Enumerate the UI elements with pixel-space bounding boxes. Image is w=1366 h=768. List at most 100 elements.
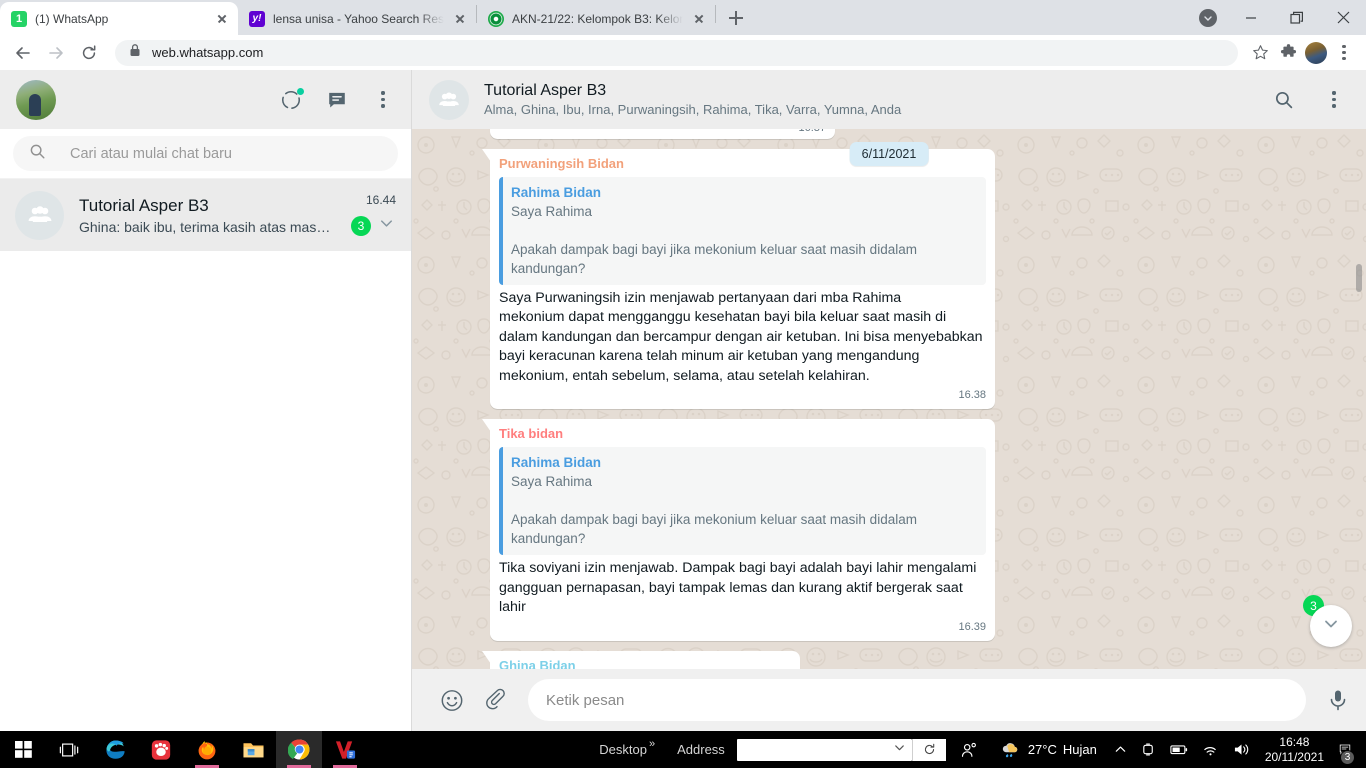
- file-explorer-icon[interactable]: [230, 731, 276, 768]
- refresh-icon[interactable]: [911, 738, 946, 761]
- maximize-icon[interactable]: [1274, 0, 1320, 35]
- message-sender: Tika bidan: [499, 426, 564, 441]
- gom-player-icon[interactable]: [138, 731, 184, 768]
- minimize-icon[interactable]: [1228, 0, 1274, 35]
- group-avatar-icon[interactable]: [429, 79, 469, 120]
- status-ring-icon[interactable]: [279, 87, 304, 112]
- sidebar: Cari atau mulai chat baru Tutorial Asper…: [0, 70, 412, 731]
- message-text: 2 pertanyaan lagi nggih yg belum terjawa…: [499, 129, 826, 133]
- chat-panel: Tutorial Asper B3 Alma, Ghina, Ibu, Irna…: [412, 70, 1366, 731]
- search-input[interactable]: Cari atau mulai chat baru: [13, 136, 398, 171]
- browser-toolbar: web.whatsapp.com: [0, 35, 1366, 70]
- windows-start-icon[interactable]: [0, 731, 46, 768]
- task-view-icon[interactable]: [46, 731, 92, 768]
- emoji-smiley-icon[interactable]: [440, 688, 464, 712]
- scroll-to-bottom-button[interactable]: [1310, 605, 1352, 647]
- star-icon[interactable]: [1246, 39, 1274, 67]
- quoted-text-line1: Saya Rahima: [511, 474, 593, 489]
- puzzle-icon[interactable]: [1274, 39, 1302, 67]
- message-composer: Ketik pesan: [412, 669, 1366, 731]
- microphone-icon[interactable]: [1326, 688, 1350, 712]
- reload-icon[interactable]: [74, 38, 104, 68]
- quoted-text-line2: Apakah dampak bagi bayi jika mekonium ke…: [511, 512, 917, 546]
- yahoo-icon: y!: [249, 10, 265, 27]
- battery-icon[interactable]: [1163, 731, 1195, 768]
- window-controls: [1188, 0, 1366, 35]
- browser-tab-title: (1) WhatsApp: [35, 11, 109, 26]
- message-text: Tika soviyani izin menjawab. Dampak bagi…: [499, 560, 977, 615]
- browser-tab-title: AKN-21/22: Kelompok B3: Kelom: [512, 11, 683, 26]
- group-avatar-icon: [15, 190, 64, 240]
- vegas-pro-icon[interactable]: [322, 731, 368, 768]
- chevron-down-icon[interactable]: [377, 214, 396, 238]
- message-bubble[interactable]: Ghina Bidan pertanyaan mba irna belum te…: [482, 650, 800, 670]
- date-pill: 6/11/2021: [849, 142, 929, 166]
- quoted-message[interactable]: Rahima Bidan Saya Rahima Apakah dampak b…: [499, 176, 986, 285]
- edge-icon[interactable]: [92, 731, 138, 768]
- weather-condition: Hujan: [1062, 742, 1097, 757]
- chevron-up-icon[interactable]: [1107, 731, 1134, 768]
- message-input[interactable]: Ketik pesan: [528, 679, 1306, 721]
- quoted-spacer: [511, 491, 976, 510]
- people-icon[interactable]: [946, 741, 992, 759]
- message-bubble[interactable]: Purwaningsih Bidan Rahima Bidan Saya Rah…: [482, 148, 995, 409]
- chevron-down-circle-icon[interactable]: [1188, 0, 1228, 35]
- quoted-text-line2: Apakah dampak bagi bayi jika mekonium ke…: [511, 241, 917, 276]
- profile-avatar-icon[interactable]: [1302, 39, 1330, 67]
- chat-list-item-tutorial-asper-b3[interactable]: Tutorial Asper B3 Ghina: baik ibu, terim…: [0, 179, 411, 251]
- close-icon[interactable]: [691, 11, 707, 27]
- chevron-down-icon[interactable]: [893, 741, 906, 759]
- quoted-sender: Rahima Bidan: [511, 184, 602, 200]
- weather-temperature: 27°C: [1027, 742, 1057, 757]
- browser-tab-whatsapp[interactable]: 1 (1) WhatsApp: [0, 2, 238, 35]
- close-icon[interactable]: [214, 11, 230, 27]
- clock-date: 20/11/2021: [1264, 749, 1324, 764]
- message-bubble[interactable]: Tika bidan Rahima Bidan Saya Rahima Apak…: [482, 419, 995, 641]
- search-placeholder: Cari atau mulai chat baru: [70, 145, 232, 162]
- overflow-chevrons[interactable]: »: [649, 738, 655, 750]
- volume-icon[interactable]: [1226, 731, 1257, 768]
- wifi-icon[interactable]: [1195, 731, 1226, 768]
- search-icon[interactable]: [1272, 88, 1296, 112]
- taskbar-clock[interactable]: 16:48 20/11/2021: [1257, 735, 1332, 765]
- message-bubble-partial[interactable]: 2 pertanyaan lagi nggih yg belum terjawa…: [490, 129, 835, 139]
- close-icon[interactable]: [452, 11, 468, 27]
- messages-area[interactable]: 6/11/2021 2 pertanyaan lagi nggih yg bel…: [412, 129, 1366, 669]
- browser-tab-akn[interactable]: AKN-21/22: Kelompok B3: Kelom: [477, 2, 715, 35]
- firefox-icon[interactable]: [184, 731, 230, 768]
- notification-icon[interactable]: 3: [1332, 731, 1358, 768]
- chat-list: Tutorial Asper B3 Ghina: baik ibu, terim…: [0, 179, 411, 731]
- browser-tab-title: lensa unisa - Yahoo Search Result: [273, 11, 444, 26]
- kebab-menu-icon[interactable]: [1322, 88, 1346, 112]
- close-icon[interactable]: [1320, 0, 1366, 35]
- quoted-message[interactable]: Rahima Bidan Saya Rahima Apakah dampak b…: [499, 447, 986, 555]
- user-avatar[interactable]: [16, 79, 56, 120]
- message-list: 2 pertanyaan lagi nggih yg belum terjawa…: [412, 129, 1366, 669]
- akn-icon: [488, 10, 504, 27]
- quoted-sender: Rahima Bidan: [511, 455, 602, 470]
- paperclip-icon[interactable]: [484, 688, 508, 712]
- message-time: 16.39: [958, 620, 986, 633]
- address-input[interactable]: [736, 738, 912, 761]
- camera-icon[interactable]: [1134, 731, 1163, 768]
- kebab-menu-icon[interactable]: [1330, 39, 1358, 67]
- messages-scrollbar[interactable]: [1356, 264, 1362, 292]
- message-input-placeholder: Ketik pesan: [546, 691, 625, 709]
- tab-separator: [715, 5, 716, 23]
- browser-tab-bar: 1 (1) WhatsApp y! lensa unisa - Yahoo Se…: [0, 0, 1366, 35]
- chat-item-name: Tutorial Asper B3: [79, 195, 209, 215]
- browser-tab-yahoo[interactable]: y! lensa unisa - Yahoo Search Result: [238, 2, 476, 35]
- sidebar-search-bar: Cari atau mulai chat baru: [0, 129, 411, 179]
- back-arrow-icon[interactable]: [8, 38, 38, 68]
- chrome-icon[interactable]: [276, 731, 322, 768]
- kebab-menu-icon[interactable]: [371, 88, 395, 112]
- rain-cloud-icon[interactable]: [992, 731, 1028, 768]
- forward-arrow-icon[interactable]: [41, 38, 71, 68]
- new-tab-button[interactable]: [722, 4, 750, 32]
- whatsapp-app: Cari atau mulai chat baru Tutorial Asper…: [0, 70, 1366, 731]
- desktop-label[interactable]: Desktop: [599, 742, 647, 757]
- message-sender: Ghina Bidan: [499, 657, 576, 670]
- new-chat-icon[interactable]: [325, 88, 349, 112]
- address-bar[interactable]: web.whatsapp.com: [115, 39, 1238, 66]
- url-text: web.whatsapp.com: [152, 45, 264, 60]
